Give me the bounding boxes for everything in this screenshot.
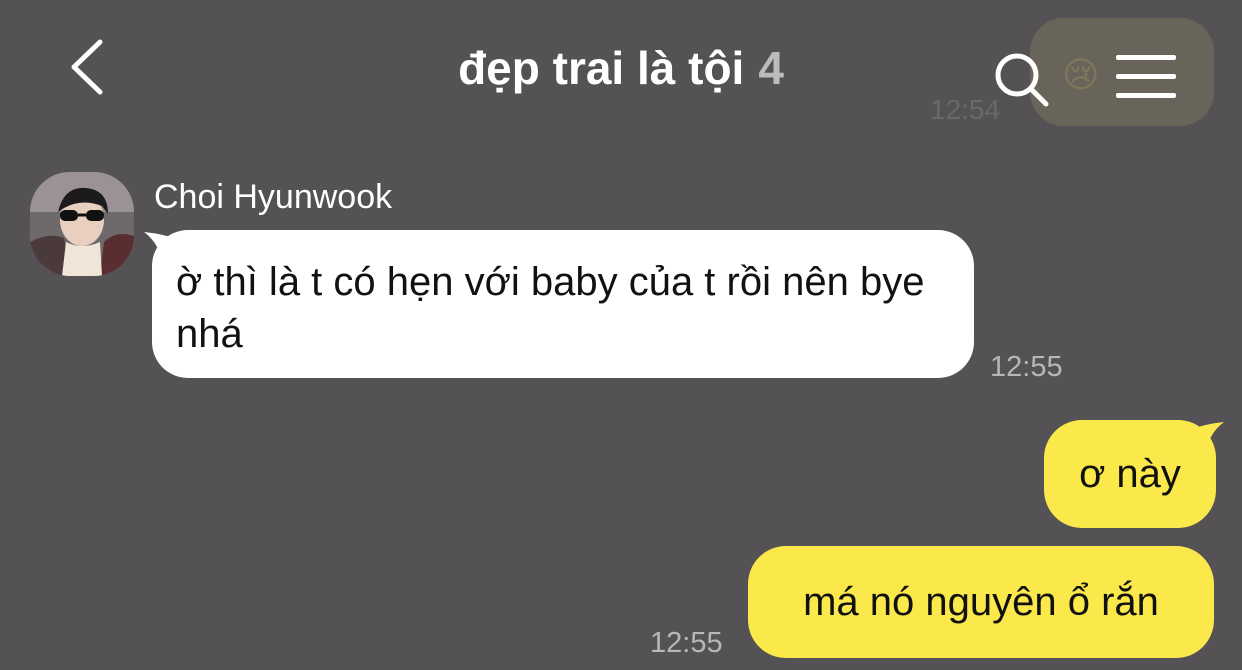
sender-name: Choi Hyunwook	[154, 178, 393, 216]
message-timestamp: 12:55	[650, 627, 723, 659]
outgoing-message-bubble[interactable]: ơ này	[1044, 420, 1216, 528]
message-text: ờ thì là t có hẹn với baby của t rồi nên…	[176, 260, 925, 356]
outgoing-message-bubble[interactable]: má nó nguyên ổ rắn	[748, 546, 1214, 658]
member-count: 4	[758, 42, 784, 94]
search-button[interactable]	[990, 48, 1054, 112]
search-icon	[995, 53, 1049, 107]
crying-emoji-icon: 😢	[1062, 54, 1100, 95]
avatar[interactable]	[30, 172, 134, 276]
message-text: má nó nguyên ổ rắn	[803, 580, 1159, 624]
message-text: ơ này	[1079, 452, 1181, 496]
message-timestamp: 12:55	[990, 351, 1063, 383]
profile-photo	[30, 172, 134, 276]
chat-title-text: đẹp trai là tội	[458, 42, 745, 94]
menu-button[interactable]	[1114, 52, 1178, 102]
incoming-message-bubble[interactable]: ờ thì là t có hẹn với baby của t rồi nên…	[152, 230, 974, 378]
chat-header: đẹp trai là tội 4 😢 12:54	[0, 0, 1242, 135]
